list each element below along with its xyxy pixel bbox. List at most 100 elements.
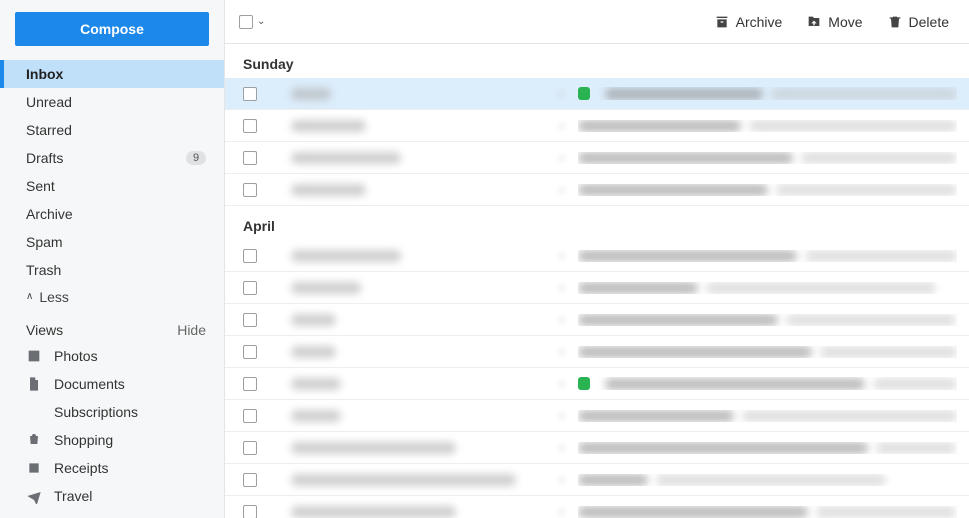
star-icon[interactable]: ☆	[556, 409, 578, 423]
sender-cell	[291, 378, 556, 390]
view-item-label: Receipts	[54, 460, 108, 476]
view-item-subscriptions[interactable]: Subscriptions	[0, 398, 224, 426]
email-row[interactable]: ☆	[225, 496, 969, 518]
subject-cell	[578, 346, 957, 358]
compose-button[interactable]: Compose	[15, 12, 209, 46]
row-checkbox[interactable]	[243, 505, 257, 518]
email-row[interactable]: ☆	[225, 272, 969, 304]
archive-button[interactable]: Archive	[708, 10, 789, 34]
star-icon[interactable]: ☆	[556, 249, 578, 263]
row-checkbox[interactable]	[243, 119, 257, 133]
row-checkbox[interactable]	[243, 313, 257, 327]
email-list[interactable]: Sunday☆☆☆☆April☆☆☆☆☆☆☆☆☆	[225, 44, 969, 518]
email-row[interactable]: ☆	[225, 304, 969, 336]
row-checkbox[interactable]	[243, 249, 257, 263]
view-item-documents[interactable]: Documents	[0, 370, 224, 398]
subject-cell	[578, 377, 957, 390]
sidebar-item-inbox[interactable]: Inbox	[0, 60, 224, 88]
subscriptions-icon	[26, 404, 42, 420]
sidebar-item-label: Sent	[26, 178, 55, 194]
star-icon[interactable]: ☆	[556, 345, 578, 359]
row-checkbox[interactable]	[243, 151, 257, 165]
row-checkbox[interactable]	[243, 183, 257, 197]
travel-icon	[26, 488, 42, 504]
row-checkbox[interactable]	[243, 441, 257, 455]
sender-cell	[291, 410, 556, 422]
star-icon[interactable]: ☆	[556, 473, 578, 487]
view-item-label: Travel	[54, 488, 92, 504]
email-row[interactable]: ☆	[225, 432, 969, 464]
subject-cell	[578, 152, 957, 164]
sidebar-item-trash[interactable]: Trash	[0, 256, 224, 284]
subject-cell	[578, 442, 957, 454]
sidebar-item-archive[interactable]: Archive	[0, 200, 224, 228]
sender-cell	[291, 474, 556, 486]
view-item-photos[interactable]: Photos	[0, 342, 224, 370]
email-row[interactable]: ☆	[225, 400, 969, 432]
view-item-label: Shopping	[54, 432, 113, 448]
subject-cell	[578, 87, 957, 100]
row-checkbox[interactable]	[243, 473, 257, 487]
subject-cell	[578, 120, 957, 132]
sidebar-item-label: Archive	[26, 206, 73, 222]
delete-button[interactable]: Delete	[881, 10, 955, 34]
folder-badge: 9	[186, 151, 206, 165]
subject-cell	[578, 250, 957, 262]
row-checkbox[interactable]	[243, 377, 257, 391]
email-row[interactable]: ☆	[225, 174, 969, 206]
star-icon[interactable]: ☆	[556, 313, 578, 327]
toolbar: ⌄ Archive Move Delete	[225, 0, 969, 44]
sidebar-item-label: Spam	[26, 234, 63, 250]
sender-cell	[291, 120, 556, 132]
sidebar-item-sent[interactable]: Sent	[0, 172, 224, 200]
view-item-label: Photos	[54, 348, 98, 364]
sender-cell	[291, 314, 556, 326]
sidebar-item-starred[interactable]: Starred	[0, 116, 224, 144]
email-row[interactable]: ☆	[225, 240, 969, 272]
sender-cell	[291, 346, 556, 358]
view-item-travel[interactable]: Travel	[0, 482, 224, 510]
row-checkbox[interactable]	[243, 281, 257, 295]
sender-cell	[291, 184, 556, 196]
subject-cell	[578, 314, 957, 326]
star-icon[interactable]: ☆	[556, 151, 578, 165]
view-item-shopping[interactable]: Shopping	[0, 426, 224, 454]
email-row[interactable]: ☆	[225, 142, 969, 174]
view-item-receipts[interactable]: Receipts	[0, 454, 224, 482]
sidebar-item-spam[interactable]: Spam	[0, 228, 224, 256]
views-hide-toggle[interactable]: Hide	[177, 322, 206, 338]
views-title: Views	[26, 322, 63, 338]
photo-icon	[26, 348, 42, 364]
chevron-down-icon: ⌄	[257, 16, 265, 27]
star-icon[interactable]: ☆	[556, 183, 578, 197]
receipts-icon	[26, 460, 42, 476]
sidebar-item-label: Inbox	[26, 66, 63, 82]
star-icon[interactable]: ☆	[556, 87, 578, 101]
move-button[interactable]: Move	[800, 10, 868, 34]
archive-icon	[714, 14, 730, 30]
select-all-checkbox[interactable]: ⌄	[239, 15, 265, 29]
less-toggle[interactable]: ∧ Less	[0, 284, 224, 310]
star-icon[interactable]: ☆	[556, 377, 578, 391]
sidebar-item-unread[interactable]: Unread	[0, 88, 224, 116]
sidebar-item-label: Trash	[26, 262, 61, 278]
move-icon	[806, 14, 822, 30]
trash-icon	[887, 14, 903, 30]
row-checkbox[interactable]	[243, 345, 257, 359]
email-row[interactable]: ☆	[225, 110, 969, 142]
star-icon[interactable]: ☆	[556, 119, 578, 133]
row-checkbox[interactable]	[243, 87, 257, 101]
sender-cell	[291, 506, 556, 518]
email-row[interactable]: ☆	[225, 78, 969, 110]
star-icon[interactable]: ☆	[556, 505, 578, 518]
chevron-up-icon: ∧	[26, 291, 33, 302]
email-row[interactable]: ☆	[225, 368, 969, 400]
star-icon[interactable]: ☆	[556, 441, 578, 455]
email-row[interactable]: ☆	[225, 336, 969, 368]
sidebar-item-label: Drafts	[26, 150, 63, 166]
row-checkbox[interactable]	[243, 409, 257, 423]
email-row[interactable]: ☆	[225, 464, 969, 496]
view-item-label: Documents	[54, 376, 125, 392]
star-icon[interactable]: ☆	[556, 281, 578, 295]
sidebar-item-drafts[interactable]: Drafts 9	[0, 144, 224, 172]
